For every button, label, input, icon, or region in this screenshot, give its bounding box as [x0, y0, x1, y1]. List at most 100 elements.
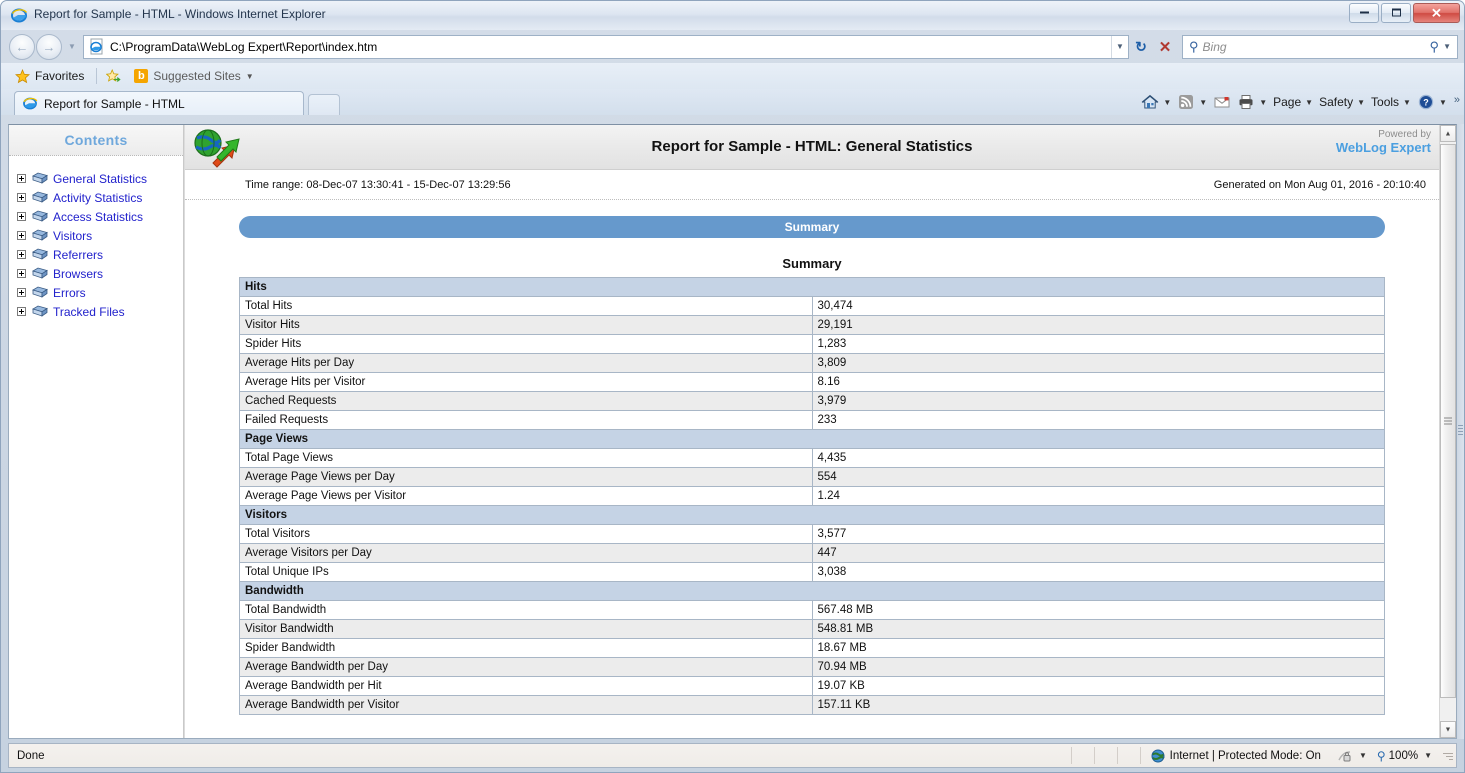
- report-header: Report for Sample - HTML: General Statis…: [185, 125, 1439, 170]
- table-row: Average Hits per Day 3,809: [239, 353, 1385, 373]
- tools-dropdown-icon[interactable]: ▼: [1403, 98, 1411, 107]
- search-provider-dropdown-icon[interactable]: ▼: [1443, 42, 1451, 51]
- expand-icon[interactable]: [17, 288, 26, 297]
- privacy-dropdown-icon[interactable]: ▼: [1359, 751, 1367, 760]
- help-dropdown-icon[interactable]: ▼: [1439, 98, 1447, 107]
- address-input[interactable]: C:\ProgramData\WebLog Expert\Report\inde…: [110, 40, 1111, 54]
- expand-icon[interactable]: [17, 212, 26, 221]
- safety-dropdown-icon[interactable]: ▼: [1357, 98, 1365, 107]
- new-tab-button[interactable]: [308, 94, 340, 115]
- help-menu-button[interactable]: ? ▼: [1414, 93, 1450, 111]
- page-menu-button[interactable]: Page ▼: [1270, 95, 1316, 109]
- recent-pages-dropdown[interactable]: ▼: [65, 42, 79, 51]
- expand-icon[interactable]: [17, 174, 26, 183]
- maximize-button[interactable]: [1381, 3, 1411, 23]
- table-row: Spider Bandwidth 18.67 MB: [239, 638, 1385, 658]
- row-value: 30,474: [811, 296, 1385, 316]
- row-label: Average Hits per Day: [239, 353, 813, 373]
- window-resize-grip[interactable]: [1440, 749, 1454, 763]
- close-button[interactable]: ✕: [1413, 3, 1460, 23]
- tab-report-for-sample[interactable]: Report for Sample - HTML: [14, 91, 304, 115]
- suggested-sites-button[interactable]: b Suggested Sites ▼: [134, 69, 254, 83]
- bing-icon: b: [134, 69, 149, 83]
- favorites-button[interactable]: Favorites: [15, 68, 84, 84]
- zoom-control[interactable]: ⚲ 100% ▼: [1373, 749, 1440, 763]
- sidebar-item-referrers[interactable]: Referrers: [17, 245, 183, 264]
- zoom-level-label: 100%: [1388, 749, 1419, 762]
- book-icon: [32, 267, 48, 280]
- sidebar-item-browsers[interactable]: Browsers: [17, 264, 183, 283]
- powered-by-block: Powered by WebLog Expert: [1336, 129, 1431, 155]
- sidebar-item-errors[interactable]: Errors: [17, 283, 183, 302]
- time-range-label: Time range: 08-Dec-07 13:30:41 - 15-Dec-…: [245, 178, 511, 191]
- stop-button[interactable]: ✕: [1153, 35, 1177, 59]
- table-row: Total Page Views 4,435: [239, 448, 1385, 468]
- section-header-row: Hits: [239, 277, 1385, 297]
- back-button[interactable]: ←: [9, 33, 35, 60]
- browser-window: Report for Sample - HTML - Windows Inter…: [0, 0, 1465, 773]
- summary-table-title: Summary: [782, 256, 842, 271]
- privacy-settings-button[interactable]: ▼: [1331, 749, 1373, 763]
- summary-table: Hits Total Hits 30,474 Visitor Hits 29,1…: [239, 277, 1385, 715]
- address-dropdown-icon[interactable]: ▼: [1111, 35, 1128, 58]
- book-icon: [32, 210, 48, 223]
- table-row: Average Visitors per Day 447: [239, 543, 1385, 563]
- favorites-separator: [96, 68, 98, 84]
- command-bar-overflow-button[interactable]: »: [1454, 94, 1460, 106]
- status-separator: [1070, 747, 1072, 764]
- report-title: Report for Sample - HTML: General Statis…: [651, 138, 973, 155]
- tools-menu-button[interactable]: Tools ▼: [1368, 95, 1414, 109]
- report-frame: Report for Sample - HTML: General Statis…: [184, 125, 1456, 738]
- home-dropdown-icon[interactable]: ▼: [1163, 98, 1171, 107]
- title-bar: Report for Sample - HTML - Windows Inter…: [1, 1, 1464, 30]
- expand-icon[interactable]: [17, 307, 26, 316]
- expand-icon[interactable]: [17, 250, 26, 259]
- refresh-button[interactable]: ↻: [1129, 35, 1153, 59]
- window-scroll-gutter[interactable]: [1457, 124, 1464, 739]
- expand-icon[interactable]: [17, 193, 26, 202]
- row-value: 3,979: [811, 391, 1385, 411]
- search-input[interactable]: Bing: [1203, 40, 1430, 54]
- read-mail-button[interactable]: [1210, 93, 1234, 111]
- security-zone-button[interactable]: Internet | Protected Mode: On: [1141, 749, 1331, 763]
- sidebar-item-activity-statistics[interactable]: Activity Statistics: [17, 188, 183, 207]
- expand-icon[interactable]: [17, 269, 26, 278]
- add-to-favorites-bar-button[interactable]: [106, 68, 126, 84]
- table-row: Average Page Views per Visitor 1.24: [239, 486, 1385, 506]
- safety-menu-button[interactable]: Safety ▼: [1316, 95, 1368, 109]
- print-button[interactable]: ▼: [1234, 93, 1270, 111]
- scrollbar-thumb[interactable]: [1440, 144, 1456, 698]
- book-icon: [32, 191, 48, 204]
- sidebar-item-label: Errors: [53, 285, 86, 300]
- scroll-up-button[interactable]: ▲: [1440, 125, 1456, 142]
- feeds-dropdown-icon[interactable]: ▼: [1199, 98, 1207, 107]
- page-dropdown-icon[interactable]: ▼: [1305, 98, 1313, 107]
- row-value: 18.67 MB: [811, 638, 1385, 658]
- scroll-down-button[interactable]: ▼: [1440, 721, 1456, 738]
- row-label: Spider Hits: [239, 334, 813, 354]
- chevron-down-icon[interactable]: ▼: [246, 72, 254, 81]
- minimize-button[interactable]: [1349, 3, 1379, 23]
- sidebar-item-general-statistics[interactable]: General Statistics: [17, 169, 183, 188]
- gutter-grip-icon: [1458, 424, 1463, 439]
- address-bar[interactable]: C:\ProgramData\WebLog Expert\Report\inde…: [83, 34, 1129, 59]
- report-body: Report for Sample - HTML: General Statis…: [185, 125, 1439, 738]
- row-value: 3,577: [811, 524, 1385, 544]
- sidebar-item-tracked-files[interactable]: Tracked Files: [17, 302, 183, 321]
- zoom-dropdown-icon[interactable]: ▼: [1424, 751, 1432, 760]
- home-button[interactable]: ▼: [1138, 93, 1174, 111]
- brand-label: WebLog Expert: [1335, 139, 1431, 155]
- expand-icon[interactable]: [17, 231, 26, 240]
- print-dropdown-icon[interactable]: ▼: [1259, 98, 1267, 107]
- forward-button[interactable]: →: [36, 33, 62, 60]
- search-submit-icon[interactable]: ⚲: [1430, 39, 1440, 55]
- search-box[interactable]: ⚲ Bing ⚲ ▼: [1182, 34, 1458, 59]
- feeds-button[interactable]: ▼: [1174, 93, 1210, 111]
- sidebar-item-visitors[interactable]: Visitors: [17, 226, 183, 245]
- report-scrollbar[interactable]: ▲ ▼: [1439, 125, 1456, 738]
- sidebar-item-access-statistics[interactable]: Access Statistics: [17, 207, 183, 226]
- powered-by-label: Powered by: [1378, 129, 1431, 140]
- zoom-icon: ⚲: [1376, 748, 1386, 763]
- sidebar-item-label: Referrers: [53, 247, 104, 262]
- row-value: 157.11 KB: [811, 695, 1385, 715]
